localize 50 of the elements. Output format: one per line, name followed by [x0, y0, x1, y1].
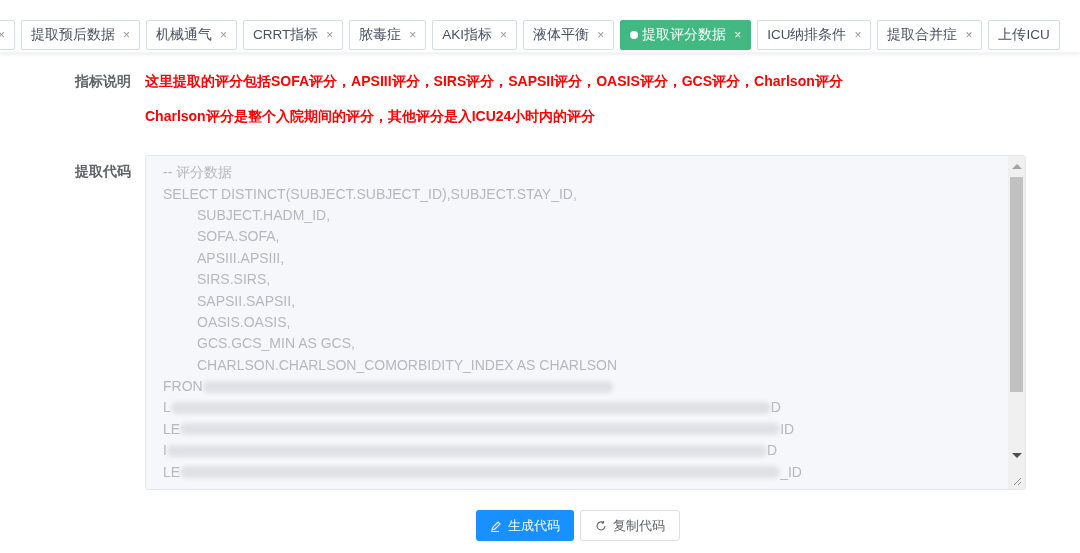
- copy-code-button[interactable]: 复制代码: [580, 510, 680, 541]
- code-line: LE: [163, 462, 181, 482]
- tab[interactable]: 提取合并症 ×: [877, 20, 983, 50]
- scrollbar[interactable]: [1008, 156, 1025, 489]
- refresh-icon: [595, 519, 607, 532]
- tab[interactable]: 机械通气 ×: [146, 20, 238, 50]
- description-text: Charlson评分是整个入院期间的评分，其他评分是入ICU24小时内的评分: [145, 107, 597, 126]
- close-icon[interactable]: ×: [123, 26, 131, 44]
- code-line: GCS.GCS_MIN AS GCS,: [197, 334, 355, 354]
- close-icon[interactable]: ×: [965, 26, 973, 44]
- close-icon[interactable]: ×: [326, 26, 334, 44]
- code-line: SAPSII.SAPSII,: [197, 291, 296, 311]
- tab[interactable]: 上传ICU: [988, 20, 1060, 50]
- code-line: APSIII.APSIII,: [197, 248, 285, 268]
- code-line: D: [770, 398, 781, 418]
- code-line: SIRS.SIRS,: [197, 270, 271, 290]
- tab[interactable]: CRRT指标 ×: [243, 20, 344, 50]
- code-line: L: [163, 398, 171, 418]
- tab[interactable]: 提取预后数据 ×: [21, 20, 141, 50]
- code-line: OASIS.OASIS,: [197, 312, 291, 332]
- close-icon[interactable]: ×: [854, 26, 862, 44]
- tab[interactable]: 脓毒症 ×: [349, 20, 427, 50]
- close-icon[interactable]: ×: [500, 26, 508, 44]
- tab[interactable]: AKI指标 ×: [432, 20, 518, 50]
- resize-handle-icon[interactable]: [1012, 476, 1022, 486]
- code-line: CHARLSON.CHARLSON_COMORBIDITY_INDEX AS CHARLSON: [197, 355, 618, 375]
- scroll-down-icon[interactable]: [1012, 453, 1022, 458]
- tab[interactable]: 液体平衡 ×: [523, 20, 615, 50]
- tab[interactable]: 提取评分数据 ×: [620, 20, 752, 50]
- scroll-up-icon[interactable]: [1012, 164, 1022, 169]
- generate-code-button[interactable]: 生成代码: [476, 510, 574, 541]
- code-line: D: [766, 441, 777, 461]
- code-line: SOFA.SOFA,: [197, 227, 280, 247]
- code-line: SELECT DISTINCT(SUBJECT.SUBJECT_ID),SUBJECT.STAY_ID,: [163, 184, 577, 204]
- pencil-icon: [490, 519, 502, 532]
- code-line: _ID: [780, 462, 802, 482]
- code-line: SUBJECT.HADM_ID,: [197, 205, 331, 225]
- code-label: 提取代码: [74, 162, 132, 181]
- code-line: -- 评分数据: [163, 163, 233, 183]
- code-line: FRON: [163, 377, 203, 397]
- close-icon[interactable]: ×: [409, 26, 417, 44]
- scroll-thumb[interactable]: [1010, 177, 1023, 392]
- code-line: LE: [163, 419, 181, 439]
- close-icon[interactable]: ×: [597, 26, 605, 44]
- close-icon[interactable]: ×: [734, 26, 742, 44]
- tab[interactable]: ICU纳排条件 ×: [757, 20, 872, 50]
- description-label: 指标说明: [73, 72, 132, 91]
- close-icon[interactable]: ×: [220, 26, 228, 44]
- description-text: 这里提取的评分包括SOFA评分，APSIII评分，SIRS评分，SAPSII评分，OASIS评分，GCS评分，Charlson评分: [145, 72, 843, 91]
- code-line: ID: [780, 419, 795, 439]
